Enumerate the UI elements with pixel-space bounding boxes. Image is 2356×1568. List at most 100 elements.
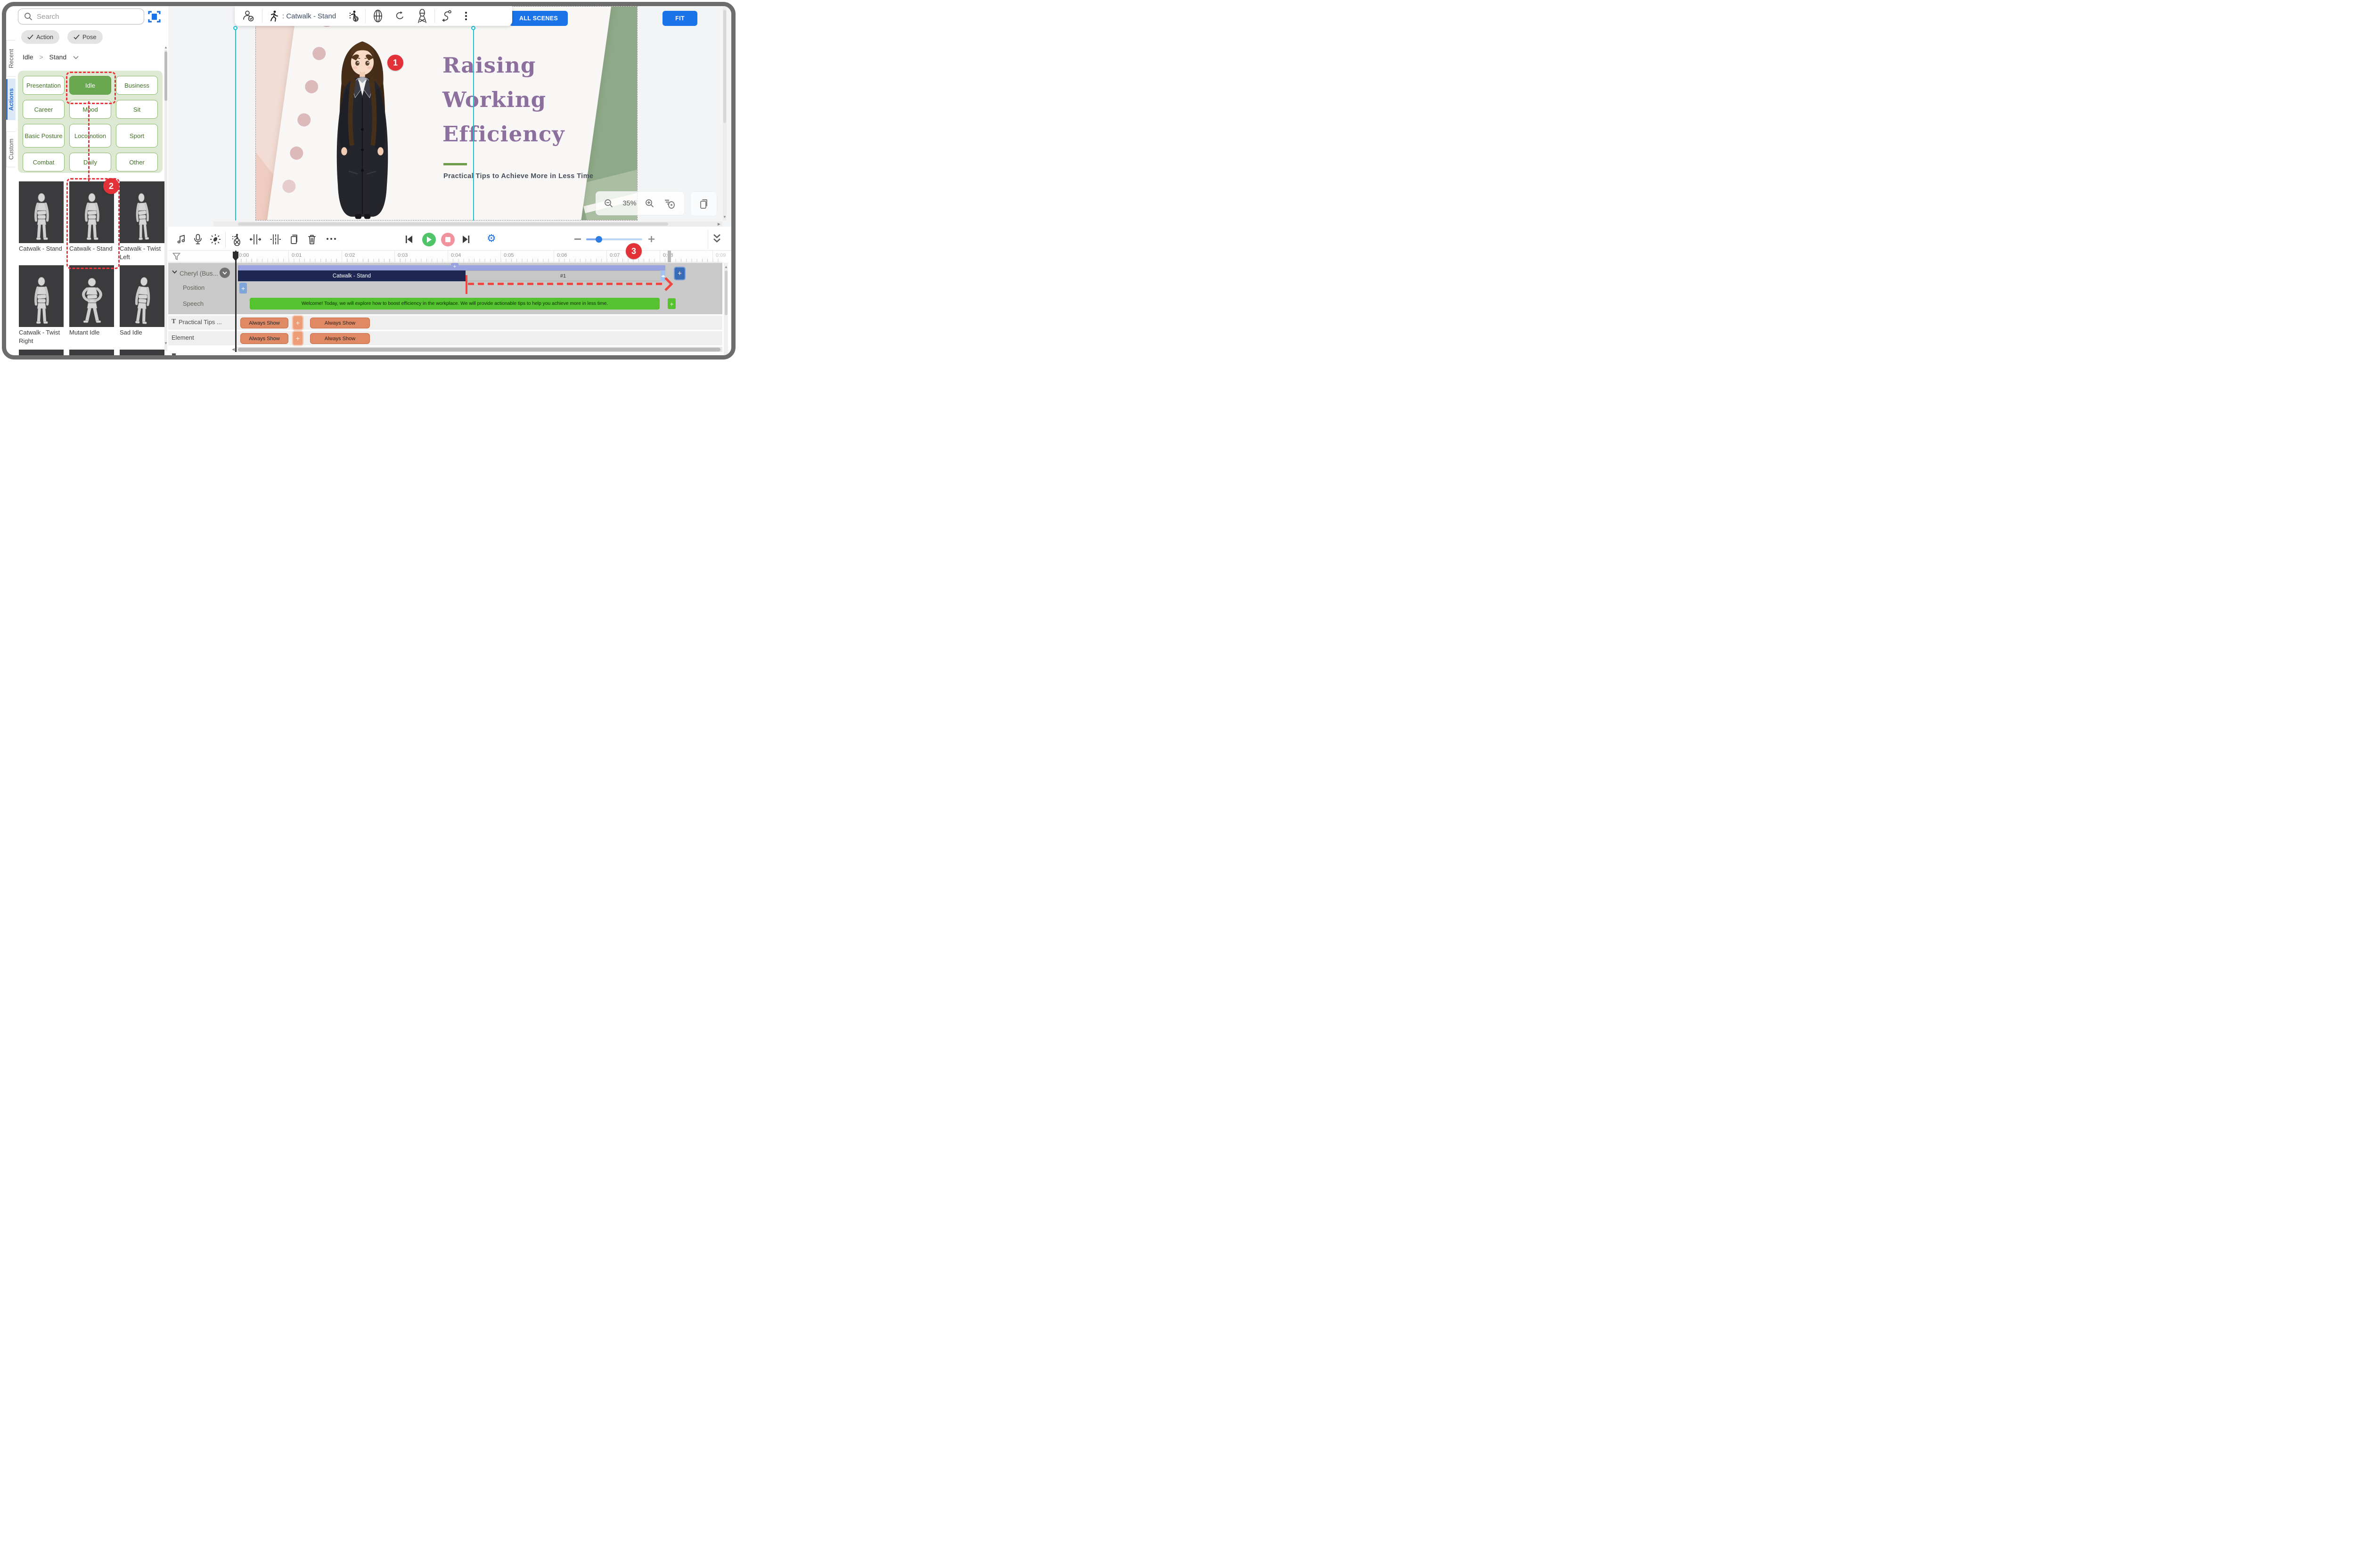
add-position-keyframe-button[interactable]: + <box>239 283 247 294</box>
copy-clip-button[interactable] <box>289 234 299 245</box>
left-panel-scrollbar[interactable] <box>164 49 167 351</box>
slide-title[interactable]: Raising Working Efficiency <box>442 48 565 151</box>
music-button[interactable] <box>177 234 187 245</box>
timeline-hscrollbar[interactable] <box>236 347 722 352</box>
category-presentation[interactable]: Presentation <box>23 76 65 95</box>
play-button[interactable] <box>422 233 436 246</box>
always-show-chip[interactable]: Always Show <box>240 333 288 344</box>
scroll-right-arrow[interactable]: ▶ <box>718 222 720 226</box>
always-show-chip[interactable]: Always Show <box>310 333 370 344</box>
sidebar-tab-custom[interactable]: Custom <box>6 131 16 167</box>
collapse-timeline-icon[interactable] <box>712 234 721 244</box>
skip-end-button[interactable] <box>461 235 471 244</box>
action-thumbnail-partial[interactable] <box>19 350 64 355</box>
track-collapse-chevron[interactable] <box>172 270 177 274</box>
fit-button[interactable]: FIT <box>663 11 697 26</box>
guide-handle-icon[interactable] <box>233 26 237 30</box>
action-thumbnail[interactable]: Sad Idle <box>120 265 164 337</box>
category-combat[interactable]: Combat <box>23 153 65 172</box>
rotate-loop-button[interactable] <box>390 10 410 22</box>
character-avatar[interactable] <box>220 268 230 278</box>
filter-chip-action[interactable]: Action <box>21 30 59 44</box>
speech-clip[interactable]: Welcome! Today, we will explore how to b… <box>250 298 660 310</box>
playhead-line[interactable] <box>235 251 237 352</box>
category-sport[interactable]: Sport <box>116 124 158 147</box>
zoom-timeline-minus[interactable] <box>574 238 581 240</box>
current-action-selector[interactable]: : Catwalk - Stand <box>262 10 343 22</box>
action-thumbnail[interactable]: Catwalk - Twist Left <box>120 181 164 261</box>
split-expand-button[interactable] <box>250 234 261 245</box>
category-sit[interactable]: Sit <box>116 100 158 119</box>
lighting-button[interactable] <box>210 234 221 245</box>
category-daily[interactable]: Daily <box>69 153 111 172</box>
action-clip-secondary[interactable]: #1 <box>466 270 661 281</box>
action-thumbnail-partial[interactable] <box>120 350 164 355</box>
stop-button[interactable] <box>441 233 455 246</box>
cut-action-button[interactable] <box>230 233 243 246</box>
category-locomotion[interactable]: Locomotion <box>69 124 111 147</box>
element-track-label[interactable]: Element <box>172 334 194 341</box>
always-show-chip[interactable]: Always Show <box>310 318 370 328</box>
action-thumbnail[interactable]: Catwalk - Stand <box>19 181 64 253</box>
add-text-segment-button[interactable]: + <box>293 316 303 329</box>
path-curve-button[interactable] <box>435 9 458 23</box>
action-thumbnail[interactable]: Catwalk - Twist Right <box>19 265 64 345</box>
microphone-button[interactable] <box>193 234 203 245</box>
motion-path-button[interactable] <box>343 10 365 22</box>
category-other[interactable]: Other <box>116 153 158 172</box>
always-show-chip[interactable]: Always Show <box>240 318 288 328</box>
sidebar-tab-recent[interactable]: Recent <box>6 40 16 77</box>
category-business[interactable]: Business <box>116 76 158 95</box>
sidebar-tab-actions[interactable]: Actions <box>6 79 16 120</box>
timeline-zoom-slider-knob[interactable] <box>596 236 602 243</box>
playhead-marker[interactable] <box>232 251 239 261</box>
text-track-label[interactable]: Practical Tips ... <box>179 318 222 326</box>
quick-preview-icon[interactable] <box>663 198 676 209</box>
timeline-zoom-slider[interactable] <box>586 238 642 240</box>
guide-handle-icon[interactable] <box>471 26 475 30</box>
zoom-out-icon[interactable] <box>604 199 614 208</box>
all-scenes-button[interactable]: ALL SCENES <box>509 11 568 26</box>
zoom-level-value[interactable]: 35% <box>622 200 636 207</box>
guide-line-right[interactable] <box>473 27 474 220</box>
delete-clip-button[interactable] <box>307 234 317 245</box>
character-track-name[interactable]: Cheryl (Bus... <box>180 270 218 277</box>
scroll-up-arrow[interactable]: ▲ <box>164 46 168 49</box>
breadcrumb-parent[interactable]: Idle <box>23 53 33 61</box>
scroll-down-arrow[interactable]: ▼ <box>723 215 727 219</box>
timeline-more-icon[interactable] <box>327 238 336 240</box>
insert-action-tab[interactable]: + <box>451 263 458 270</box>
canvas-vscrollbar[interactable]: ▼ <box>723 6 727 220</box>
add-speech-button[interactable]: + <box>668 298 676 309</box>
zoom-timeline-plus[interactable] <box>648 236 655 243</box>
timeline-settings-gear-icon[interactable]: ⚙ <box>487 233 496 244</box>
scroll-left-arrow[interactable]: ◀ <box>232 348 235 351</box>
filter-chip-pose[interactable]: Pose <box>67 30 103 44</box>
change-character-button[interactable] <box>235 10 262 22</box>
toolbar-more-icon[interactable] <box>465 10 467 22</box>
canvas-hscrollbar[interactable]: ▶ <box>213 221 722 227</box>
add-action-button[interactable]: + <box>674 267 686 280</box>
split-close-button[interactable] <box>270 234 281 245</box>
scroll-down-arrow[interactable]: ▼ <box>164 342 168 345</box>
action-thumbnail-partial[interactable] <box>69 350 114 355</box>
add-element-segment-button[interactable]: + <box>293 332 303 345</box>
breadcrumb-child[interactable]: Stand <box>49 53 67 61</box>
zoom-in-icon[interactable] <box>645 199 654 208</box>
slide-canvas[interactable]: Raising Working Efficiency Practical Tip… <box>255 6 638 220</box>
slide-subtitle[interactable]: Practical Tips to Achieve More in Less T… <box>443 172 593 180</box>
rotate-3d-button[interactable] <box>366 9 390 23</box>
guide-line-left[interactable] <box>235 27 236 220</box>
action-thumbnail[interactable]: Mutant Idle <box>69 265 114 337</box>
duplicate-scene-button[interactable] <box>690 191 717 216</box>
chevron-down-icon[interactable] <box>73 56 79 59</box>
pose-mirror-button[interactable] <box>410 9 434 23</box>
timeline-vscrollbar[interactable]: ▲ <box>724 263 728 355</box>
skip-start-button[interactable] <box>404 235 414 244</box>
search-input[interactable]: Search <box>18 8 144 24</box>
category-career[interactable]: Career <box>23 100 65 119</box>
select-area-icon[interactable] <box>148 10 161 23</box>
action-clip[interactable]: Catwalk - Stand <box>238 270 466 281</box>
filter-funnel-icon[interactable] <box>172 253 180 261</box>
category-basic-posture[interactable]: Basic Posture <box>23 124 65 147</box>
